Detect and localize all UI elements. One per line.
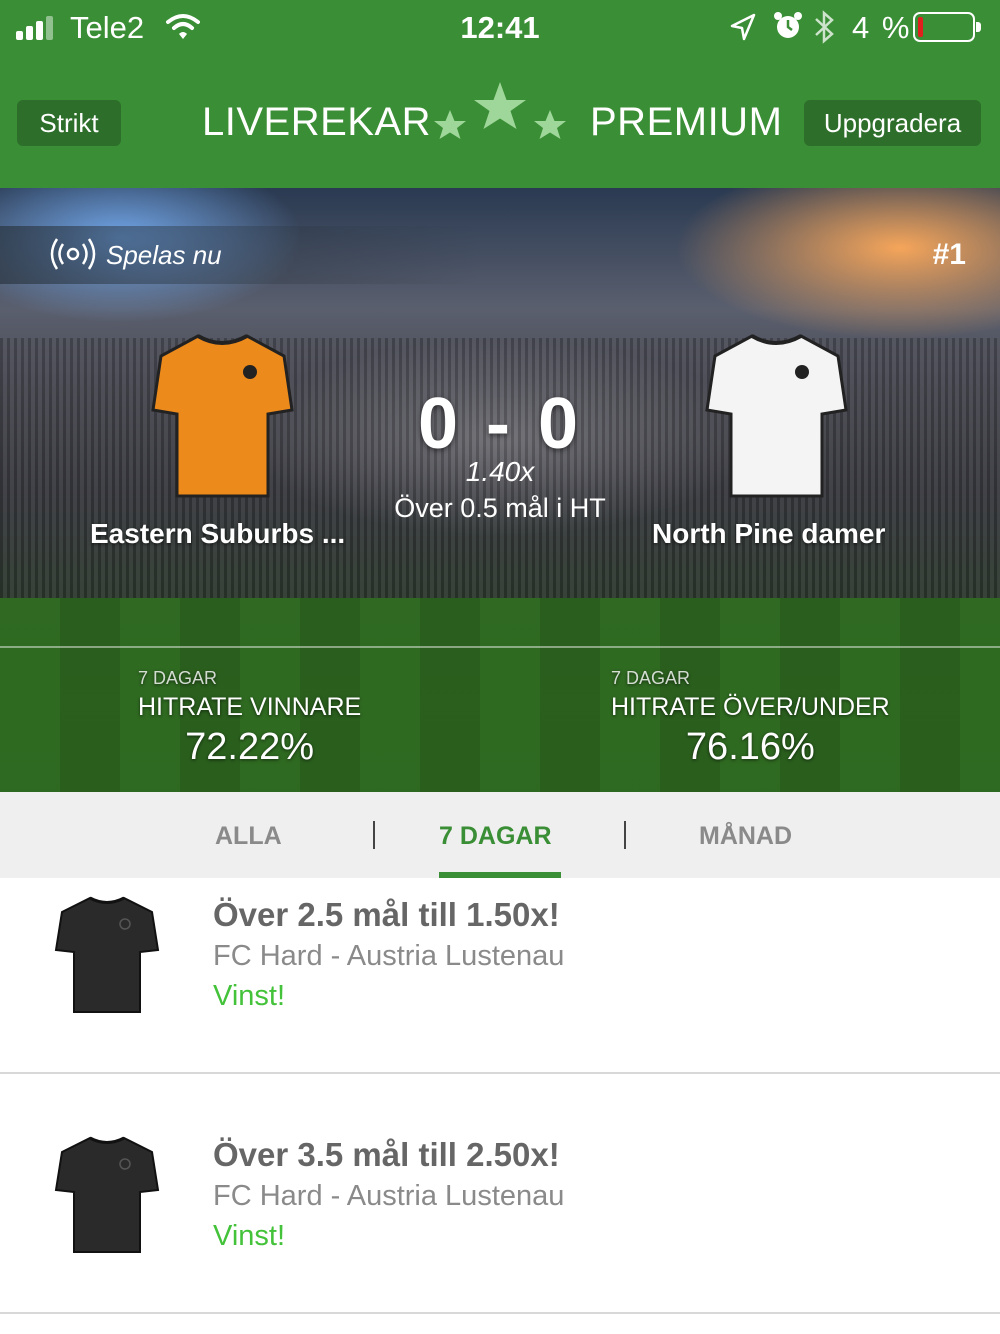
stat-label: HITRATE VINNARE [138, 693, 362, 721]
list-item[interactable]: Över 3.5 mål till 2.50x! FC Hard - Austr… [0, 1074, 1000, 1314]
tip-result: Vinst! [213, 980, 286, 1012]
clock: 12:41 [460, 10, 540, 45]
tab-7-dagar[interactable]: 7 DAGAR [439, 822, 552, 851]
away-team-shirt-icon [705, 334, 848, 498]
stat-label: HITRATE ÖVER/UNDER [611, 693, 890, 721]
upgrade-button[interactable]: Uppgradera [804, 100, 981, 146]
stat-value: 76.16% [685, 726, 815, 768]
live-indicator: Spelas nu [0, 226, 480, 284]
live-label: Spelas nu [106, 240, 222, 270]
tip-match: FC Hard - Austria Lustenau [213, 940, 565, 972]
stat-period: 7 DAGAR [611, 668, 691, 688]
tip-title: Över 3.5 mål till 2.50x! [213, 1136, 560, 1173]
tab-divider [373, 821, 375, 849]
match-rank: #1 [932, 238, 966, 271]
shirt-icon [54, 896, 160, 1013]
tip-title: Över 2.5 mål till 1.50x! [213, 896, 560, 933]
shirt-icon [54, 1136, 160, 1253]
tab-divider [624, 821, 626, 849]
tip-odds: 1.40x [465, 456, 535, 487]
status-bar: Tele2 12:41 4 % [0, 0, 1000, 60]
alarm-icon [774, 12, 802, 38]
stat-period: 7 DAGAR [138, 668, 218, 688]
brand-title-premium: PREMIUM [590, 100, 783, 144]
tip-result: Vinst! [213, 1220, 286, 1252]
brand-title-livrekar: LIVEREKAR [202, 100, 432, 144]
three-stars-logo-icon [434, 82, 566, 139]
tab-manad[interactable]: MÅNAD [699, 822, 792, 851]
list-item[interactable]: Över 2.5 mål till 1.50x! FC Hard - Austr… [0, 878, 1000, 1074]
period-tabs: ALLA 7 DAGAR MÅNAD [0, 792, 1000, 878]
battery-percent: 4 % [852, 10, 912, 45]
strikt-button[interactable]: Strikt [17, 100, 121, 146]
tip-match: FC Hard - Austria Lustenau [213, 1180, 565, 1212]
broadcast-icon [50, 238, 96, 270]
hitrate-winner-stat: 7 DAGAR HITRATE VINNARE 72.22% [138, 668, 361, 769]
hitrate-over-under-stat: 7 DAGAR HITRATE ÖVER/UNDER 76.16% [611, 668, 890, 769]
away-team-name: North Pine damer [652, 518, 886, 549]
location-arrow-icon [730, 13, 756, 41]
battery-icon [913, 12, 981, 42]
app-header: Tele2 12:41 4 % Strikt LIVEREKAR PREMIUM… [0, 0, 1000, 188]
tab-alla[interactable]: ALLA [215, 822, 282, 851]
pitch-line [0, 646, 1000, 648]
stat-value: 72.22% [185, 726, 315, 768]
bluetooth-icon [815, 10, 834, 44]
featured-match-card[interactable]: Spelas nu #1 Eastern Suburbs ... 0 - 0 1… [0, 188, 1000, 792]
match-score: 0 - 0 [417, 384, 583, 464]
